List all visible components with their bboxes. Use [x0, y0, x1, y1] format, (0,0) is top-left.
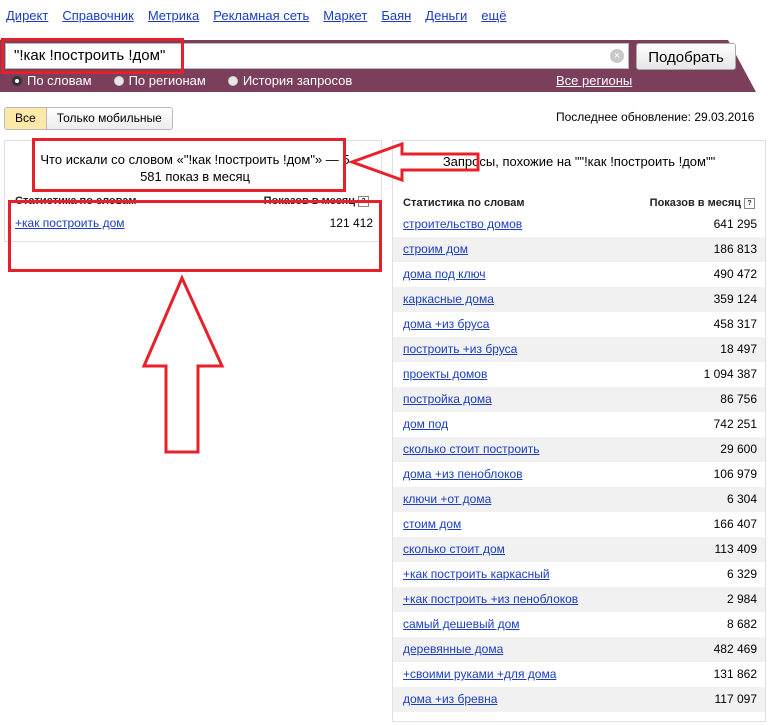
arrow-up-icon [141, 274, 225, 454]
arrow-left-icon [347, 141, 480, 183]
annotation-arrows [141, 141, 480, 454]
